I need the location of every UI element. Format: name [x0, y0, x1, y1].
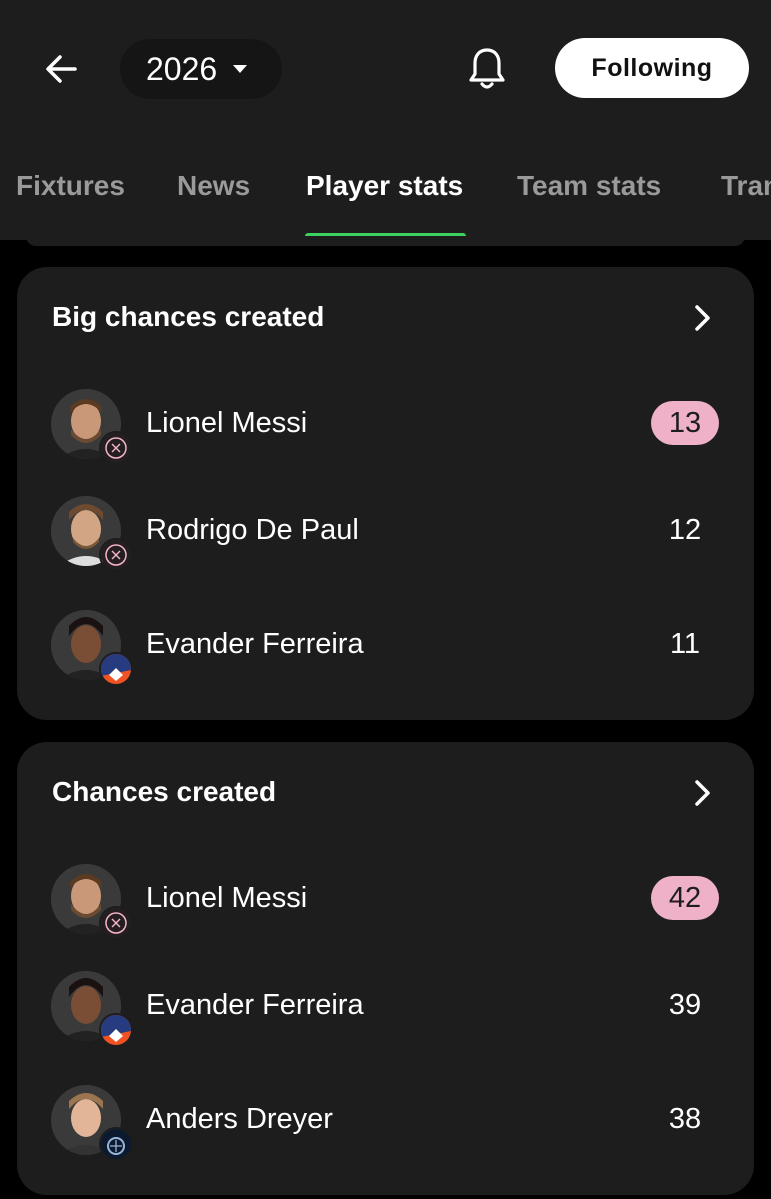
tab-player-stats[interactable]: Player stats: [306, 170, 463, 202]
stat-value-leader: 13: [651, 401, 719, 445]
chevron-right-icon[interactable]: [689, 302, 717, 334]
stat-value: 39: [668, 988, 702, 1021]
inter-miami-badge: [99, 538, 133, 572]
san-diego-fc-badge: [99, 1127, 133, 1161]
card-title[interactable]: Big chances created: [52, 301, 324, 333]
top-header: 2026 Following Fixtures News Player stat…: [0, 0, 771, 240]
fc-cincinnati-badge: [99, 1013, 133, 1047]
player-row[interactable]: Lionel Messi 13: [17, 389, 754, 485]
stat-value-leader: 42: [651, 876, 719, 920]
card-title[interactable]: Chances created: [52, 776, 276, 808]
previous-card-edge: [26, 236, 745, 246]
tab-transfers[interactable]: Transfers: [721, 170, 771, 202]
bell-icon: [469, 48, 505, 89]
tab-team-stats[interactable]: Team stats: [517, 170, 661, 202]
stat-card-chances-created: Chances created Lionel Messi 42 Evander …: [17, 742, 754, 1195]
player-row[interactable]: Anders Dreyer 38: [17, 1085, 754, 1181]
player-name: Anders Dreyer: [146, 1103, 333, 1135]
tab-news[interactable]: News: [177, 170, 250, 202]
player-name: Rodrigo De Paul: [146, 514, 359, 546]
player-name: Evander Ferreira: [146, 989, 364, 1021]
tab-fixtures[interactable]: Fixtures: [16, 170, 125, 202]
stat-value: 11: [669, 627, 701, 660]
stat-value: 12: [668, 513, 702, 546]
player-row[interactable]: Evander Ferreira 39: [17, 971, 754, 1067]
player-row[interactable]: Rodrigo De Paul 12: [17, 496, 754, 592]
chevron-right-icon[interactable]: [689, 777, 717, 809]
season-selector[interactable]: 2026: [120, 39, 282, 99]
stat-card-big-chances-created: Big chances created Lionel Messi 13 Rodr…: [17, 267, 754, 720]
player-name: Lionel Messi: [146, 407, 308, 439]
arrow-left-icon: [46, 55, 77, 83]
player-row[interactable]: Lionel Messi 42: [17, 864, 754, 960]
season-label: 2026: [146, 50, 218, 87]
app-screen: 2026 Following Fixtures News Player stat…: [0, 0, 771, 1199]
following-button[interactable]: Following: [555, 38, 749, 98]
back-button[interactable]: [36, 44, 86, 94]
fc-cincinnati-badge: [99, 652, 133, 686]
stat-value: 38: [668, 1102, 702, 1135]
player-name: Lionel Messi: [146, 882, 308, 914]
tab-bar: Fixtures News Player stats Team stats Tr…: [0, 160, 771, 240]
inter-miami-badge: [99, 431, 133, 465]
player-row[interactable]: Evander Ferreira 11: [17, 610, 754, 706]
notifications-button[interactable]: [462, 42, 512, 96]
inter-miami-badge: [99, 906, 133, 940]
player-name: Evander Ferreira: [146, 628, 364, 660]
caret-down-icon: [231, 63, 249, 75]
